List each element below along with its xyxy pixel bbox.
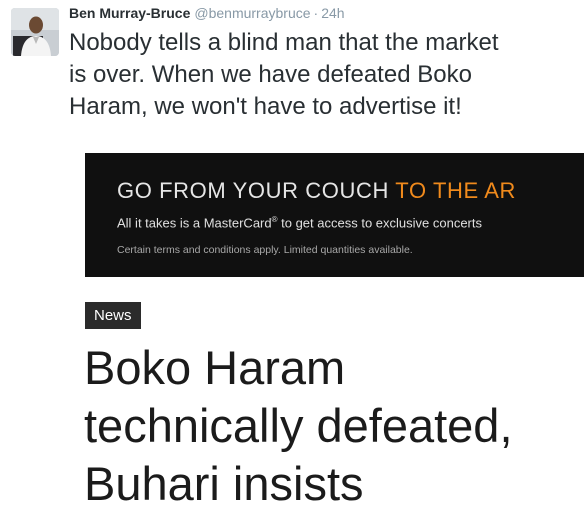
- ad-headline-main: GO FROM YOUR COUCH: [117, 178, 389, 203]
- ad-tagline: All it takes is a MasterCard® to get acc…: [117, 215, 482, 230]
- tweet-text: Nobody tells a blind man that the market…: [69, 29, 499, 120]
- ad-headline: GO FROM YOUR COUCH TO THE AR: [117, 178, 516, 204]
- author-display-name[interactable]: Ben Murray-Bruce: [69, 5, 190, 21]
- article-headline: Boko Haram technically defeated, Buhari …: [84, 341, 513, 510]
- avatar-photo-icon: [11, 8, 59, 56]
- ad-fine-print: Certain terms and conditions apply. Limi…: [117, 244, 413, 256]
- author-handle[interactable]: @benmurraybruce: [194, 5, 310, 21]
- user-avatar[interactable]: [11, 8, 59, 56]
- tweet-header: Ben Murray-Bruce @benmurraybruce · 24h: [69, 4, 345, 22]
- ad-banner: GO FROM YOUR COUCH TO THE AR All it take…: [85, 153, 584, 277]
- ad-tagline-start: All it takes is a MasterCard: [117, 215, 272, 231]
- ad-tagline-end: to get access to exclusive concerts: [277, 215, 482, 231]
- tweet: Ben Murray-Bruce @benmurraybruce · 24h Nobo…: [0, 0, 584, 516]
- header-separator: ·: [313, 5, 319, 21]
- ad-headline-accent: TO THE AR: [395, 178, 517, 203]
- tweet-media-image[interactable]: GO FROM YOUR COUCH TO THE AR All it take…: [69, 140, 584, 516]
- news-category-tag: News: [85, 302, 141, 329]
- tweet-timestamp[interactable]: 24h: [321, 5, 344, 21]
